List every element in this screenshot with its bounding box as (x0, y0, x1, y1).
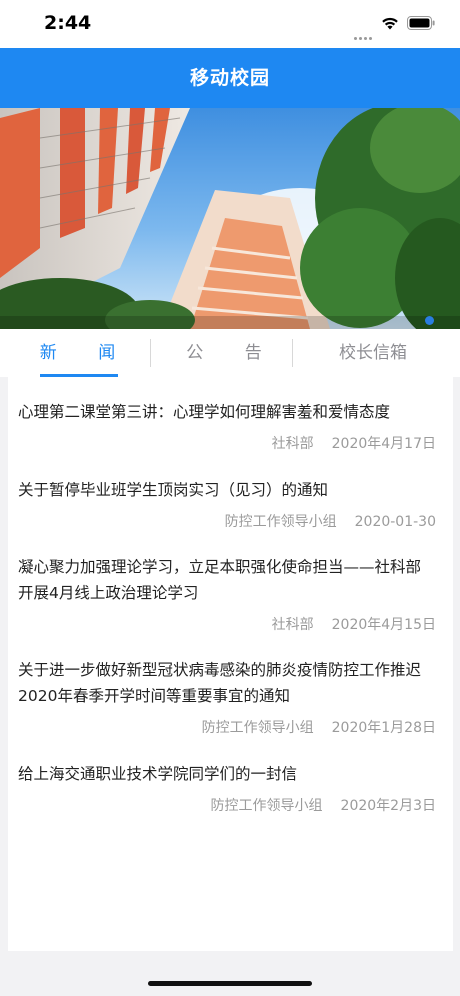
home-indicator[interactable] (148, 981, 312, 986)
news-date: 2020年4月15日 (331, 617, 436, 633)
tab-principal-mailbox[interactable]: 校长信箱 (293, 329, 453, 377)
tab-announcements[interactable]: 公 告 (155, 329, 293, 377)
list-item[interactable]: 关于暂停毕业班学生顶岗实习（见习）的通知 防控工作领导小组 2020-01-30 (18, 477, 436, 531)
list-item[interactable]: 心理第二课堂第三讲：心理学如何理解害羞和爱情态度 社科部 2020年4月17日 (18, 399, 436, 453)
news-meta: 社科部 2020年4月17日 (18, 433, 436, 453)
news-source: 防控工作领导小组 (201, 720, 314, 736)
list-item[interactable]: 关于进一步做好新型冠状病毒感染的肺炎疫情防控工作推迟2020年春季开学时间等重要… (18, 657, 436, 737)
status-time: 2:44 (44, 12, 92, 34)
news-date: 2020-01-30 (354, 514, 436, 530)
news-title: 心理第二课堂第三讲：心理学如何理解害羞和爱情态度 (18, 403, 391, 421)
news-date: 2020年1月28日 (331, 720, 436, 736)
news-title: 关于暂停毕业班学生顶岗实习（见习）的通知 (18, 481, 329, 499)
carousel-indicator-dot[interactable] (425, 316, 434, 325)
news-source: 社科部 (271, 617, 314, 633)
news-meta: 防控工作领导小组 2020-01-30 (18, 511, 436, 531)
news-source: 防控工作领导小组 (210, 798, 323, 814)
news-date: 2020年4月17日 (331, 436, 436, 452)
news-meta: 防控工作领导小组 2020年1月28日 (18, 717, 436, 737)
page-title: 移动校园 (189, 67, 270, 89)
news-title: 关于进一步做好新型冠状病毒感染的肺炎疫情防控工作推迟2020年春季开学时间等重要… (18, 661, 422, 705)
tab-divider (150, 339, 151, 367)
news-meta: 防控工作领导小组 2020年2月3日 (18, 795, 436, 815)
battery-icon (407, 16, 435, 30)
list-item[interactable]: 凝心聚力加强理论学习，立足本职强化使命担当——社科部开展4月线上政治理论学习 社… (18, 554, 436, 634)
news-list: 心理第二课堂第三讲：心理学如何理解害羞和爱情态度 社科部 2020年4月17日 关… (8, 377, 453, 951)
mobile-campus-screen: 2:44 移动校园 新 闻 公 告 校长信箱 心理第二课堂第三讲：心理学如何理解… (0, 0, 460, 996)
news-title: 凝心聚力加强理论学习，立足本职强化使命担当——社科部开展4月线上政治理论学习 (18, 558, 422, 602)
campus-photo (0, 108, 460, 329)
signal-icon (354, 25, 376, 40)
wifi-icon (382, 17, 398, 30)
news-title: 给上海交通职业技术学院同学们的一封信 (18, 765, 298, 783)
tab-news[interactable]: 新 闻 (0, 329, 155, 377)
news-date: 2020年2月3日 (340, 798, 436, 814)
news-source: 防控工作领导小组 (224, 514, 337, 530)
app-header: 移动校园 (0, 48, 460, 108)
status-bar: 2:44 (0, 0, 460, 48)
news-source: 社科部 (271, 436, 314, 452)
banner-carousel[interactable] (0, 108, 460, 329)
list-item[interactable]: 给上海交通职业技术学院同学们的一封信 防控工作领导小组 2020年2月3日 (18, 761, 436, 815)
tab-bar: 新 闻 公 告 校长信箱 (0, 329, 460, 377)
news-meta: 社科部 2020年4月15日 (18, 614, 436, 634)
